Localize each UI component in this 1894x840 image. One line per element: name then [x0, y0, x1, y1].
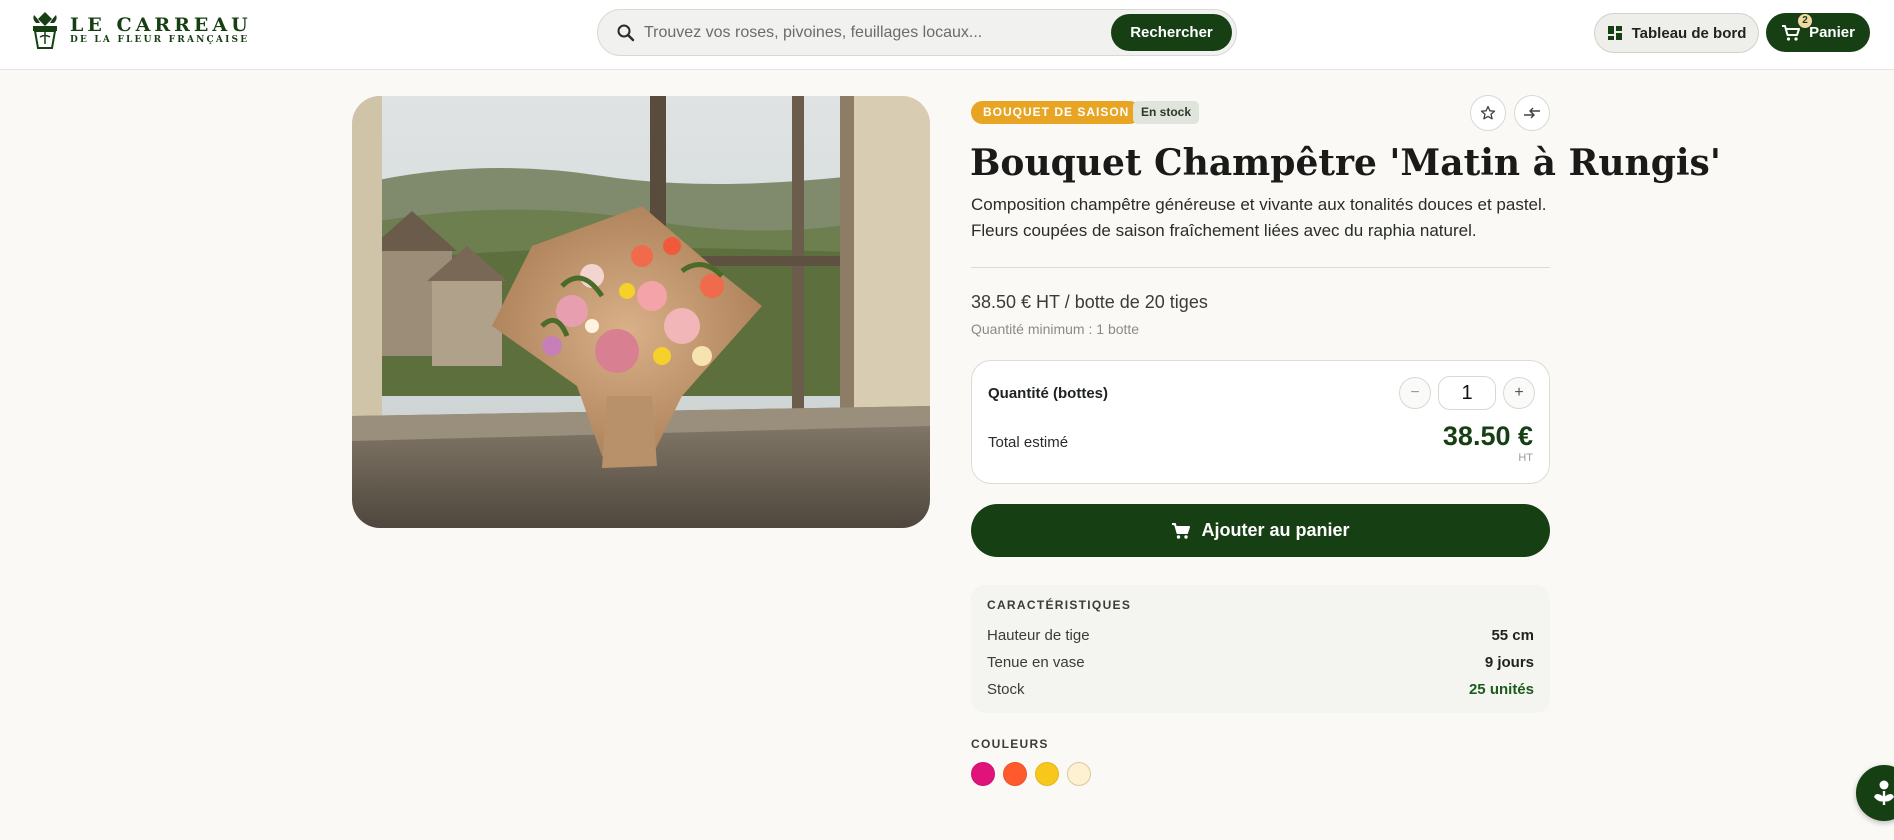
color-swatch[interactable]: [1003, 762, 1027, 786]
divider: [971, 267, 1550, 268]
product-title: Bouquet Champêtre 'Matin à Rungis': [970, 142, 1721, 184]
spec-label: Tenue en vase: [987, 654, 1085, 671]
spec-value: 55 cm: [1491, 627, 1534, 644]
description-line: Composition champêtre généreuse et vivan…: [971, 195, 1547, 214]
characteristics-title: CARACTÉRISTIQUES: [987, 598, 1132, 612]
shopping-cart-icon: [1782, 24, 1801, 41]
cart-label: Panier: [1809, 24, 1855, 41]
search-icon: [617, 24, 635, 42]
spec-value: 25 unités: [1468, 681, 1534, 698]
star-icon: [1480, 105, 1496, 120]
logo-subtitle: DE LA FLEUR FRANÇAISE: [70, 34, 250, 45]
favorite-button[interactable]: [1470, 95, 1506, 131]
product-price: 38.50 € HT / botte de 20 tiges: [971, 292, 1208, 312]
quantity-card: Quantité (bottes) − + Total estimé 38.50…: [971, 360, 1550, 484]
stock-badge: En stock: [1133, 101, 1200, 124]
compare-arrows-icon: [1524, 107, 1540, 119]
quantity-label: Quantité (bottes): [988, 385, 1108, 402]
dashboard-button[interactable]: Tableau de bord: [1594, 13, 1759, 53]
characteristics-panel: CARACTÉRISTIQUES Hauteur de tige 55 cm T…: [971, 585, 1550, 713]
season-badge: BOUQUET DE SAISON: [971, 101, 1142, 124]
spec-value: 9 jours: [1484, 654, 1534, 671]
quantity-input[interactable]: [1438, 376, 1496, 410]
add-to-cart-button[interactable]: Ajouter au panier: [971, 504, 1550, 557]
plant-assistant-icon: [1874, 780, 1894, 805]
description-line: Fleurs coupées de saison fraîchement lié…: [971, 221, 1477, 240]
dashboard-label: Tableau de bord: [1631, 24, 1747, 42]
spec-label: Hauteur de tige: [987, 627, 1090, 644]
logo-title: LE CARREAU: [70, 13, 252, 36]
cart-count-badge: 2: [1798, 14, 1812, 28]
flower-pot-logo-icon: [33, 12, 57, 49]
color-swatch[interactable]: [1067, 762, 1091, 786]
spec-row: Tenue en vase 9 jours: [987, 654, 1534, 676]
bouquet-window-photo: [352, 96, 930, 528]
product-description: Composition champêtre généreuse et vivan…: [971, 192, 1551, 244]
logo[interactable]: LE CARREAU DE LA FLEUR FRANÇAISE: [28, 10, 252, 50]
search-bar: Rechercher: [597, 9, 1237, 56]
color-swatch[interactable]: [1035, 762, 1059, 786]
site-header: LE CARREAU DE LA FLEUR FRANÇAISE Recherc…: [0, 0, 1894, 70]
cart-button[interactable]: 2 Panier: [1766, 13, 1870, 52]
estimated-total-label: Total estimé: [988, 434, 1069, 451]
estimated-total-value: 38.50 €: [1442, 421, 1533, 451]
shopping-cart-icon: [1172, 522, 1191, 539]
spec-label: Stock: [987, 681, 1025, 698]
search-button[interactable]: Rechercher: [1111, 14, 1232, 51]
add-to-cart-label: Ajouter au panier: [1201, 520, 1350, 540]
search-input[interactable]: [644, 20, 1044, 46]
spec-row: Hauteur de tige 55 cm: [987, 627, 1534, 649]
spec-row: Stock 25 unités: [987, 681, 1534, 703]
increase-quantity-button[interactable]: +: [1503, 377, 1535, 409]
dashboard-icon: [1607, 26, 1622, 40]
product-image: [352, 96, 930, 528]
decrease-quantity-button[interactable]: −: [1399, 377, 1431, 409]
minimum-quantity: Quantité minimum : 1 botte: [971, 321, 1140, 337]
assistant-button[interactable]: [1856, 765, 1894, 821]
colors-title: COULEURS: [971, 737, 1049, 751]
compare-button[interactable]: [1514, 95, 1550, 131]
total-tax-suffix: HT: [1518, 452, 1533, 464]
color-swatch[interactable]: [971, 762, 995, 786]
